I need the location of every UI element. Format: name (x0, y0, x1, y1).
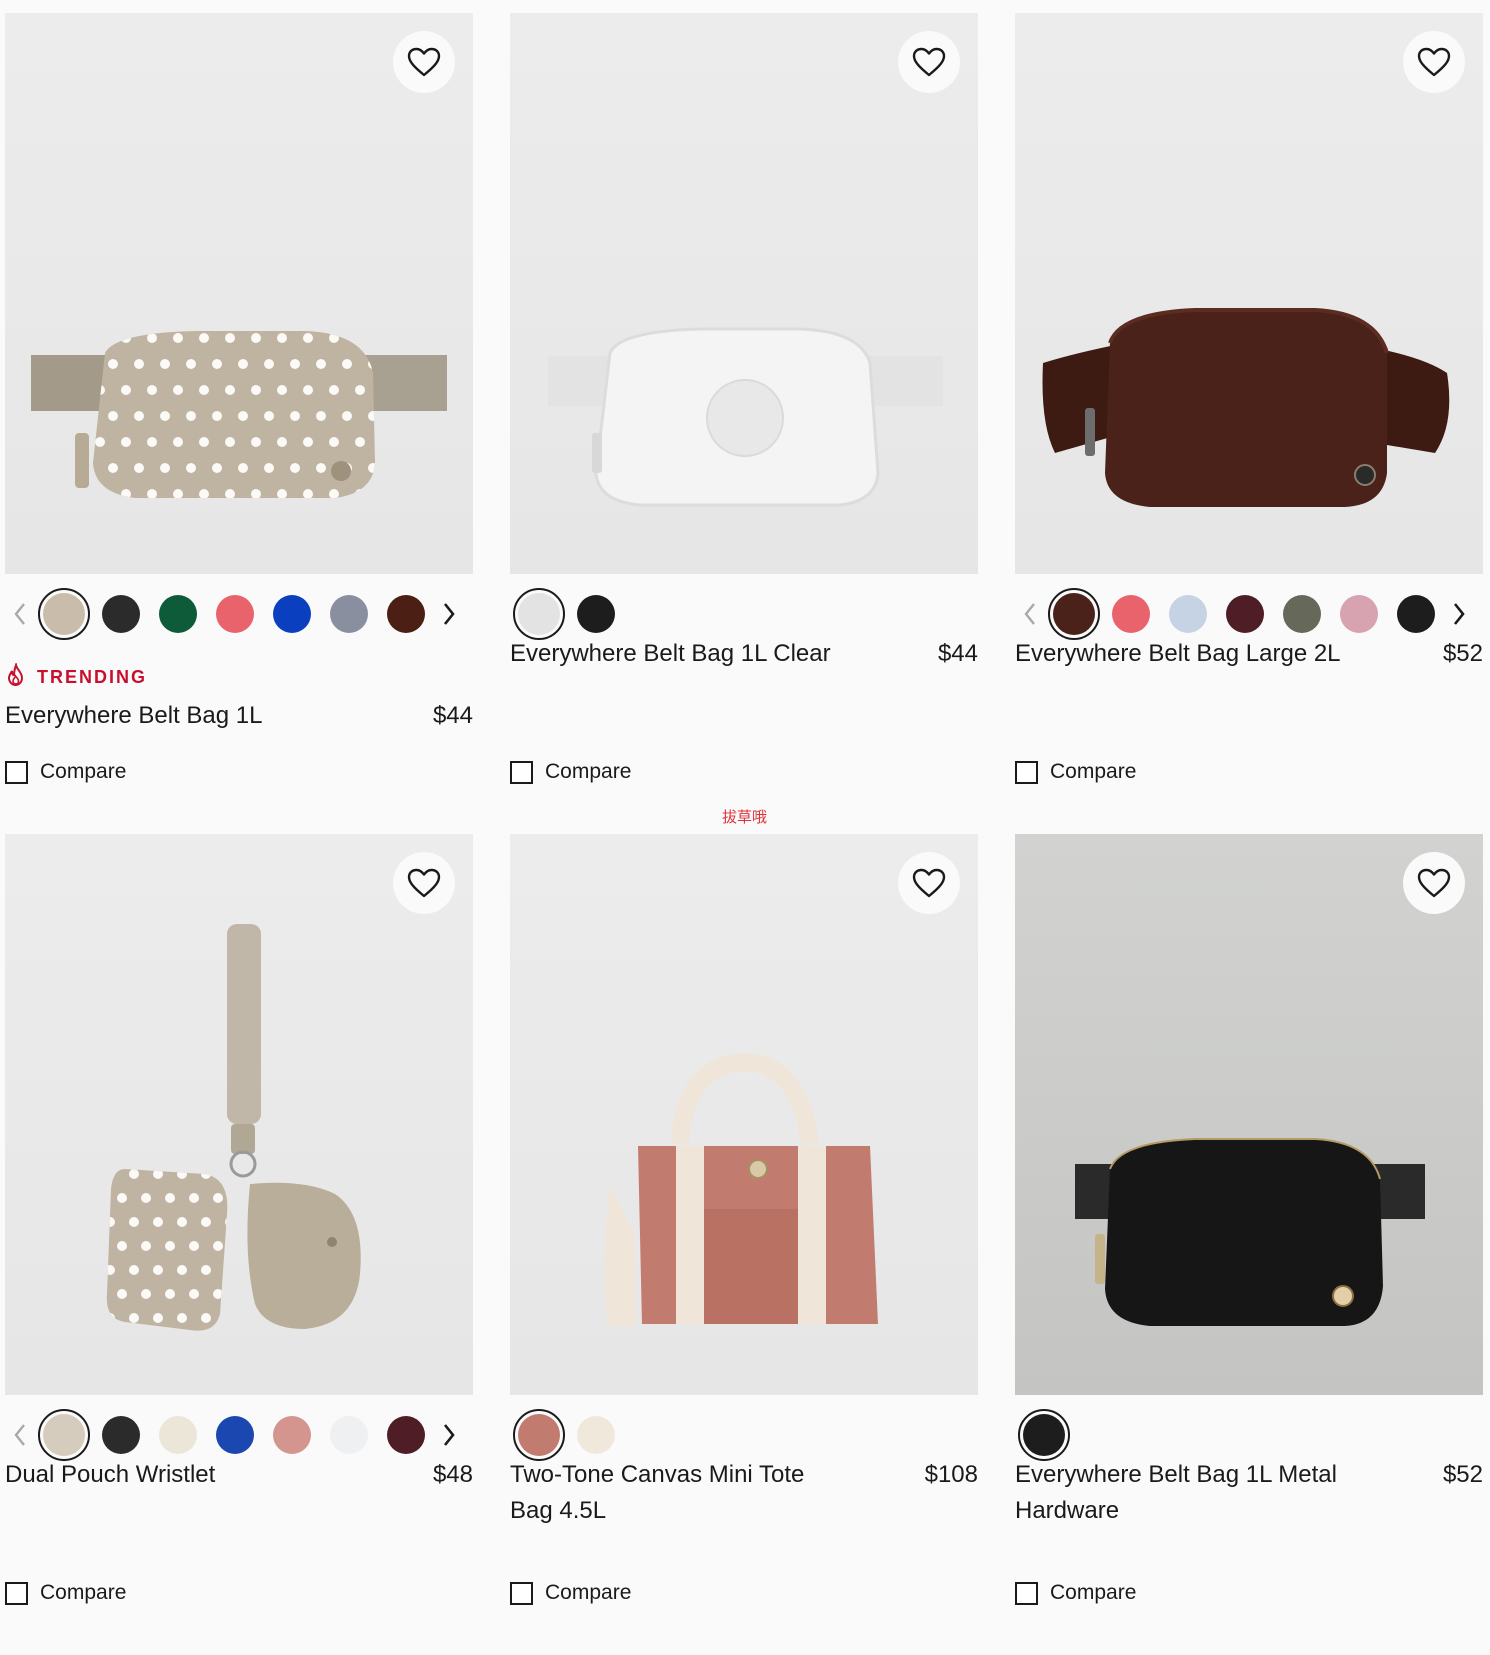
color-swatch[interactable] (510, 587, 567, 641)
color-swatch[interactable] (149, 587, 206, 641)
compare-label: Compare (545, 760, 632, 783)
product-card[interactable]: Everywhere Belt Bag 1L Clear $44 Compare (510, 13, 978, 834)
checkbox-box[interactable] (5, 760, 28, 784)
compare-label: Compare (40, 760, 127, 783)
wishlist-heart-icon[interactable] (393, 31, 455, 93)
compare-checkbox[interactable]: Compare (1015, 1581, 1136, 1605)
product-name-link[interactable]: Everywhere Belt Bag 1L (5, 698, 262, 734)
watermark: 拔草哦 (722, 809, 768, 826)
color-swatch[interactable] (1159, 587, 1216, 641)
product-info: Everywhere Belt Bag 1L Metal Hardware $52 (1015, 1457, 1483, 1529)
color-swatch[interactable] (35, 1408, 92, 1462)
product-card[interactable]: Everywhere Belt Bag 1L Metal Hardware $52… (1015, 834, 1483, 1655)
product-info: Everywhere Belt Bag Large 2L $52 (1015, 636, 1483, 672)
product-name-link[interactable]: Two-Tone Canvas Mini Tote Bag 4.5L (510, 1457, 840, 1529)
color-swatches (510, 1408, 978, 1462)
chevron-right-icon[interactable] (434, 1408, 464, 1462)
color-swatch[interactable] (1387, 587, 1444, 641)
color-swatch[interactable] (263, 1408, 320, 1462)
compare-checkbox[interactable]: Compare (510, 1581, 631, 1605)
product-info: Two-Tone Canvas Mini Tote Bag 4.5L $108 (510, 1457, 978, 1529)
compare-label: Compare (1050, 1581, 1137, 1604)
product-info: TRENDING Everywhere Belt Bag 1L $44 (5, 661, 473, 734)
wishlist-heart-icon[interactable] (898, 852, 960, 914)
product-image[interactable] (1015, 13, 1483, 574)
color-swatch[interactable] (567, 587, 624, 641)
product-card[interactable]: TRENDING Everywhere Belt Bag 1L $44 Compare (5, 13, 473, 834)
color-swatch[interactable] (206, 1408, 263, 1462)
product-name-link[interactable]: Everywhere Belt Bag 1L Metal Hardware (1015, 1457, 1345, 1529)
color-swatch[interactable] (1102, 587, 1159, 641)
product-name-link[interactable]: Dual Pouch Wristlet (5, 1457, 215, 1493)
color-swatches (5, 1408, 473, 1462)
product-price: $44 (937, 640, 978, 667)
checkbox-box[interactable] (1015, 1581, 1038, 1605)
color-swatch[interactable] (320, 1408, 377, 1462)
chevron-left-icon[interactable] (1015, 587, 1045, 641)
compare-checkbox[interactable]: Compare (1015, 760, 1136, 784)
checkbox-box[interactable] (5, 1581, 28, 1605)
color-swatch[interactable] (377, 1408, 434, 1462)
color-swatch[interactable] (567, 1408, 624, 1462)
chevron-right-icon[interactable] (434, 587, 464, 641)
chevron-right-icon[interactable] (1444, 587, 1474, 641)
color-swatch[interactable] (92, 587, 149, 641)
product-image[interactable] (510, 13, 978, 574)
product-price: $44 (432, 702, 473, 729)
chevron-left-icon[interactable] (5, 587, 35, 641)
product-name-link[interactable]: Everywhere Belt Bag 1L Clear (510, 636, 831, 672)
compare-label: Compare (545, 1581, 632, 1604)
product-grid: TRENDING Everywhere Belt Bag 1L $44 Compare… (5, 13, 1485, 1655)
compare-label: Compare (40, 1581, 127, 1604)
color-swatch[interactable] (377, 587, 434, 641)
checkbox-box[interactable] (510, 760, 533, 784)
trending-label: TRENDING (37, 667, 147, 687)
product-info: Everywhere Belt Bag 1L Clear $44 (510, 636, 978, 672)
color-swatches (5, 587, 473, 641)
color-swatches (1015, 1408, 1483, 1462)
color-swatch[interactable] (263, 587, 320, 641)
color-swatch[interactable] (149, 1408, 206, 1462)
compare-checkbox[interactable]: Compare (5, 1581, 126, 1605)
wishlist-heart-icon[interactable] (898, 31, 960, 93)
color-swatch[interactable] (510, 1408, 567, 1462)
chevron-left-icon[interactable] (5, 1408, 35, 1462)
color-swatch[interactable] (1273, 587, 1330, 641)
wishlist-heart-icon[interactable] (1403, 852, 1465, 914)
product-image[interactable] (510, 834, 978, 1395)
product-image[interactable] (1015, 834, 1483, 1395)
compare-checkbox[interactable]: Compare (510, 760, 631, 784)
wishlist-heart-icon[interactable] (1403, 31, 1465, 93)
color-swatch[interactable] (1330, 587, 1387, 641)
color-swatch[interactable] (92, 1408, 149, 1462)
product-info: Dual Pouch Wristlet $48 (5, 1457, 473, 1493)
product-card[interactable]: Dual Pouch Wristlet $48 Compare (5, 834, 473, 1655)
color-swatch[interactable] (1015, 1408, 1072, 1462)
flame-icon (5, 661, 27, 692)
product-price: $52 (1442, 640, 1483, 667)
checkbox-box[interactable] (1015, 760, 1038, 784)
product-card[interactable]: Two-Tone Canvas Mini Tote Bag 4.5L $108 Co… (510, 834, 978, 1655)
product-name-link[interactable]: Everywhere Belt Bag Large 2L (1015, 636, 1341, 672)
compare-checkbox[interactable]: Compare (5, 760, 126, 784)
color-swatch[interactable] (1045, 587, 1102, 641)
color-swatch[interactable] (35, 587, 92, 641)
wishlist-heart-icon[interactable] (393, 852, 455, 914)
color-swatches (1015, 587, 1483, 641)
product-price: $52 (1442, 1461, 1483, 1488)
color-swatch[interactable] (206, 587, 263, 641)
product-image[interactable] (5, 834, 473, 1395)
color-swatch[interactable] (1216, 587, 1273, 641)
compare-label: Compare (1050, 760, 1137, 783)
checkbox-box[interactable] (510, 1581, 533, 1605)
product-price: $48 (432, 1461, 473, 1488)
trending-badge: TRENDING (5, 661, 473, 692)
product-price: $108 (924, 1461, 978, 1488)
product-image[interactable] (5, 13, 473, 574)
product-card[interactable]: Everywhere Belt Bag Large 2L $52 Compare (1015, 13, 1483, 834)
color-swatch[interactable] (320, 587, 377, 641)
color-swatches (510, 587, 978, 641)
